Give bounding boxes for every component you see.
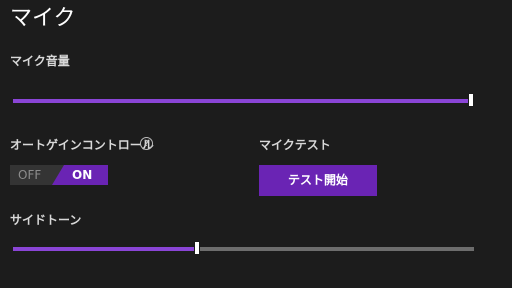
auto-gain-label: オートゲインコントロール xyxy=(10,138,154,152)
page-title: マイク xyxy=(10,6,76,31)
mic-volume-label: マイク音量 xyxy=(10,54,70,68)
sidetone-slider-thumb[interactable] xyxy=(194,241,200,255)
sidetone-slider[interactable] xyxy=(13,241,474,257)
mic-volume-slider-fill xyxy=(13,99,474,103)
start-test-button[interactable]: テスト開始 xyxy=(259,165,377,196)
mic-volume-slider-thumb[interactable] xyxy=(468,93,474,107)
mic-volume-slider[interactable] xyxy=(13,93,474,109)
toggle-off-option[interactable]: OFF xyxy=(10,165,60,185)
question-circle-icon[interactable]: ? xyxy=(140,137,153,150)
sidetone-label: サイドトーン xyxy=(10,213,82,227)
toggle-on-option[interactable]: ON xyxy=(52,165,108,185)
auto-gain-toggle[interactable]: OFF ON xyxy=(10,165,108,185)
mic-test-label: マイクテスト xyxy=(259,138,331,152)
sidetone-slider-fill xyxy=(13,247,197,251)
